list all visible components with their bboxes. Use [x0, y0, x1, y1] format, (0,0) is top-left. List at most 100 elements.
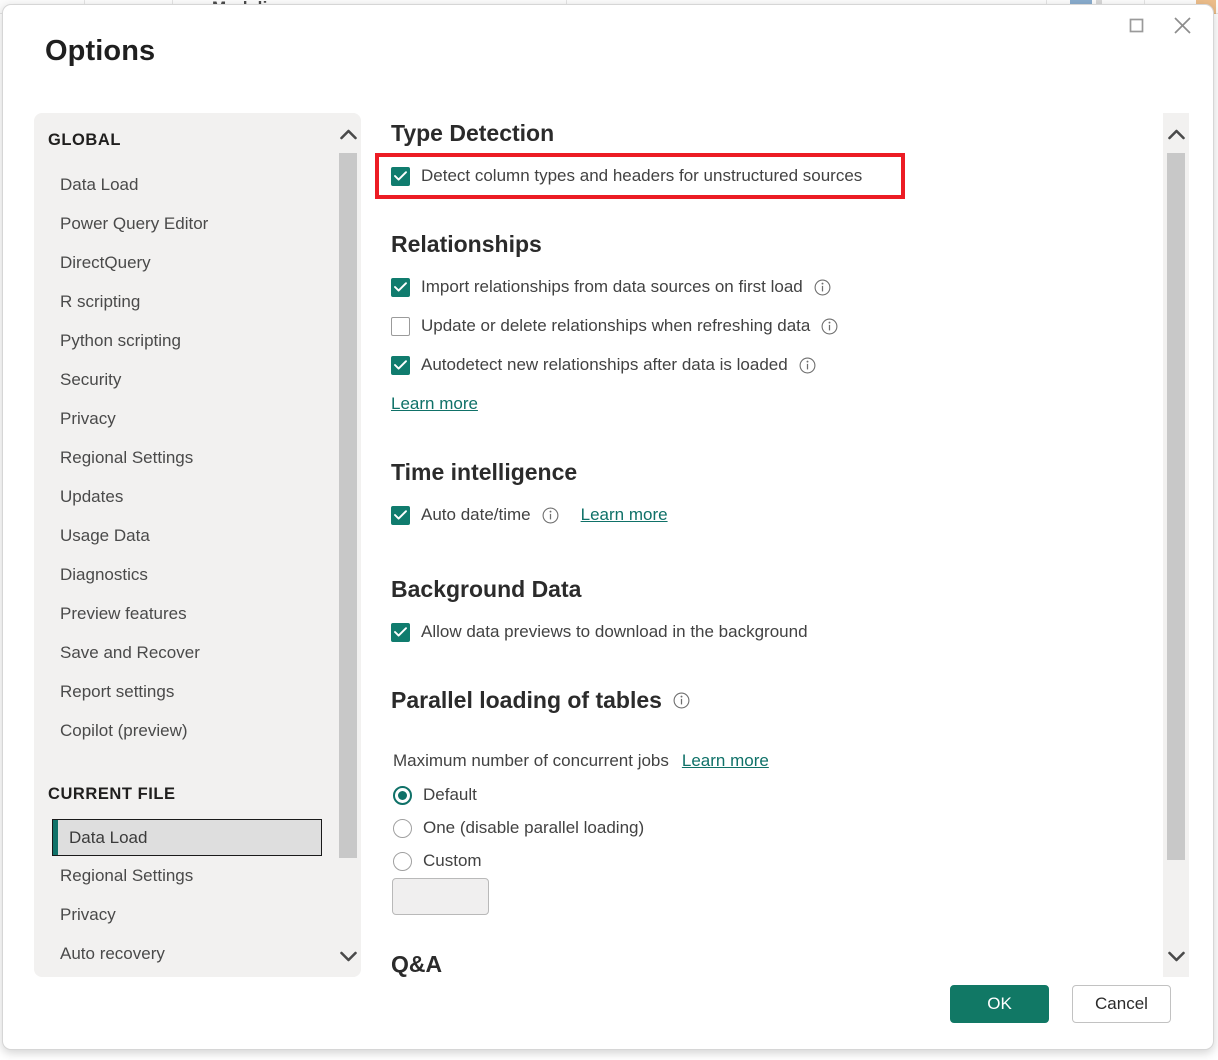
- sidebar-item-label: Privacy: [60, 905, 116, 925]
- sidebar-item-python-scripting[interactable]: Python scripting: [34, 321, 309, 360]
- sidebar-item-current-privacy[interactable]: Privacy: [34, 895, 333, 934]
- checkbox-row-update-delete-relationships[interactable]: Update or delete relationships when refr…: [391, 316, 838, 336]
- sidebar-group-header-current-file: CURRENT FILE: [34, 785, 176, 804]
- sidebar-item-label: Privacy: [60, 409, 116, 429]
- info-icon[interactable]: [673, 692, 690, 709]
- sidebar-item-label: Python scripting: [60, 331, 181, 351]
- section-heading-type-detection: Type Detection: [391, 120, 554, 147]
- sidebar-item-preview-features[interactable]: Preview features: [34, 594, 309, 633]
- sidebar-group-current-file: Data Load Regional Settings Privacy Auto…: [34, 819, 333, 973]
- radio-row-one-disable-parallel-loading[interactable]: One (disable parallel loading): [393, 818, 644, 838]
- sidebar-item-copilot-preview[interactable]: Copilot (preview): [34, 711, 309, 750]
- radio-one-disable-parallel-loading[interactable]: [393, 819, 412, 838]
- main-scrollbar[interactable]: [1163, 113, 1189, 977]
- chevron-up-icon[interactable]: [335, 119, 361, 149]
- section-heading-label: Type Detection: [391, 120, 554, 147]
- learn-more-link-time-intelligence[interactable]: Learn more: [581, 505, 668, 525]
- section-heading-parallel-loading: Parallel loading of tables: [391, 687, 690, 714]
- checkbox-label: Autodetect new relationships after data …: [421, 355, 788, 375]
- checkbox-row-allow-data-previews[interactable]: Allow data previews to download in the b…: [391, 622, 808, 642]
- sidebar-item-current-data-load[interactable]: Data Load: [52, 819, 322, 856]
- info-icon[interactable]: [542, 507, 559, 524]
- settings-panel: Type Detection Detect column types and h…: [375, 113, 1153, 977]
- sidebar-group-global: Data Load Power Query Editor DirectQuery…: [34, 165, 309, 750]
- checkbox-label: Detect column types and headers for unst…: [421, 166, 862, 186]
- sidebar-item-label: Save and Recover: [60, 643, 200, 663]
- checkbox-label: Import relationships from data sources o…: [421, 277, 803, 297]
- checkbox-update-delete-relationships[interactable]: [391, 317, 410, 336]
- sidebar-item-label: R scripting: [60, 292, 140, 312]
- checkbox-import-relationships[interactable]: [391, 278, 410, 297]
- sidebar-item-label: Diagnostics: [60, 565, 148, 585]
- chevron-up-icon[interactable]: [1163, 119, 1189, 149]
- learn-more-link-relationships[interactable]: Learn more: [391, 394, 478, 414]
- sidebar-item-current-auto-recovery[interactable]: Auto recovery: [34, 934, 333, 973]
- sidebar-item-label: Regional Settings: [60, 448, 193, 468]
- chevron-down-icon[interactable]: [1163, 941, 1189, 971]
- section-heading-label: Time intelligence: [391, 459, 577, 486]
- main-scrollbar-thumb[interactable]: [1167, 153, 1185, 860]
- parallel-loading-sublabel-row: Maximum number of concurrent jobs Learn …: [393, 751, 769, 771]
- section-heading-label: Q&A: [391, 951, 442, 977]
- maximize-icon[interactable]: [1113, 9, 1159, 41]
- sidebar-item-label: Data Load: [69, 828, 147, 848]
- custom-concurrent-jobs-input[interactable]: [392, 878, 489, 915]
- page-title: Options: [45, 35, 155, 68]
- ok-button[interactable]: OK: [950, 985, 1049, 1023]
- sidebar-item-label: Security: [60, 370, 121, 390]
- checkbox-row-import-relationships[interactable]: Import relationships from data sources o…: [391, 277, 831, 297]
- info-icon[interactable]: [814, 279, 831, 296]
- sidebar-item-diagnostics[interactable]: Diagnostics: [34, 555, 309, 594]
- sidebar-item-label: Report settings: [60, 682, 174, 702]
- sidebar-item-r-scripting[interactable]: R scripting: [34, 282, 309, 321]
- info-icon[interactable]: [799, 357, 816, 374]
- info-icon[interactable]: [821, 318, 838, 335]
- sidebar-item-usage-data[interactable]: Usage Data: [34, 516, 309, 555]
- checkbox-row-auto-date-time[interactable]: Auto date/time Learn more: [391, 505, 668, 525]
- sidebar-item-report-settings[interactable]: Report settings: [34, 672, 309, 711]
- checkbox-detect-column-types[interactable]: [391, 167, 410, 186]
- section-heading-label: Parallel loading of tables: [391, 687, 662, 714]
- sidebar-item-security[interactable]: Security: [34, 360, 309, 399]
- sidebar-item-label: Power Query Editor: [60, 214, 208, 234]
- sidebar-item-label: Data Load: [60, 175, 138, 195]
- sidebar-item-power-query-editor[interactable]: Power Query Editor: [34, 204, 309, 243]
- checkbox-allow-data-previews[interactable]: [391, 623, 410, 642]
- sidebar-item-label: Regional Settings: [60, 866, 193, 886]
- sidebar-item-privacy[interactable]: Privacy: [34, 399, 309, 438]
- checkbox-label: Allow data previews to download in the b…: [421, 622, 808, 642]
- learn-more-link-parallel-loading[interactable]: Learn more: [682, 751, 769, 771]
- section-heading-background-data: Background Data: [391, 576, 581, 603]
- radio-label: One (disable parallel loading): [423, 818, 644, 838]
- section-heading-qna: Q&A: [391, 951, 442, 977]
- chevron-down-icon[interactable]: [335, 941, 361, 971]
- sidebar-item-label: DirectQuery: [60, 253, 151, 273]
- max-concurrent-jobs-label: Maximum number of concurrent jobs: [393, 751, 669, 771]
- radio-custom[interactable]: [393, 852, 412, 871]
- sidebar-item-save-and-recover[interactable]: Save and Recover: [34, 633, 309, 672]
- checkbox-label: Auto date/time: [421, 505, 531, 525]
- checkbox-row-detect-column-types[interactable]: Detect column types and headers for unst…: [391, 166, 862, 186]
- sidebar-item-label: Copilot (preview): [60, 721, 188, 741]
- checkbox-row-autodetect-relationships[interactable]: Autodetect new relationships after data …: [391, 355, 816, 375]
- radio-default[interactable]: [393, 786, 412, 805]
- cancel-button[interactable]: Cancel: [1072, 985, 1171, 1023]
- radio-row-default[interactable]: Default: [393, 785, 477, 805]
- checkbox-auto-date-time[interactable]: [391, 506, 410, 525]
- section-heading-time-intelligence: Time intelligence: [391, 459, 577, 486]
- sidebar-item-label: Auto recovery: [60, 944, 165, 964]
- sidebar-item-directquery[interactable]: DirectQuery: [34, 243, 309, 282]
- checkbox-autodetect-relationships[interactable]: [391, 356, 410, 375]
- sidebar-group-header-global: GLOBAL: [34, 131, 121, 150]
- sidebar-item-updates[interactable]: Updates: [34, 477, 309, 516]
- sidebar-item-data-load[interactable]: Data Load: [34, 165, 309, 204]
- section-heading-label: Relationships: [391, 231, 542, 258]
- dialog-footer: OK Cancel: [950, 985, 1171, 1023]
- close-icon[interactable]: [1159, 9, 1205, 41]
- sidebar-item-current-regional-settings[interactable]: Regional Settings: [34, 856, 333, 895]
- sidebar: GLOBAL Data Load Power Query Editor Dire…: [34, 113, 361, 977]
- sidebar-item-regional-settings[interactable]: Regional Settings: [34, 438, 309, 477]
- radio-row-custom[interactable]: Custom: [393, 851, 482, 871]
- sidebar-scrollbar-thumb[interactable]: [339, 153, 357, 858]
- sidebar-scrollbar[interactable]: [335, 113, 361, 977]
